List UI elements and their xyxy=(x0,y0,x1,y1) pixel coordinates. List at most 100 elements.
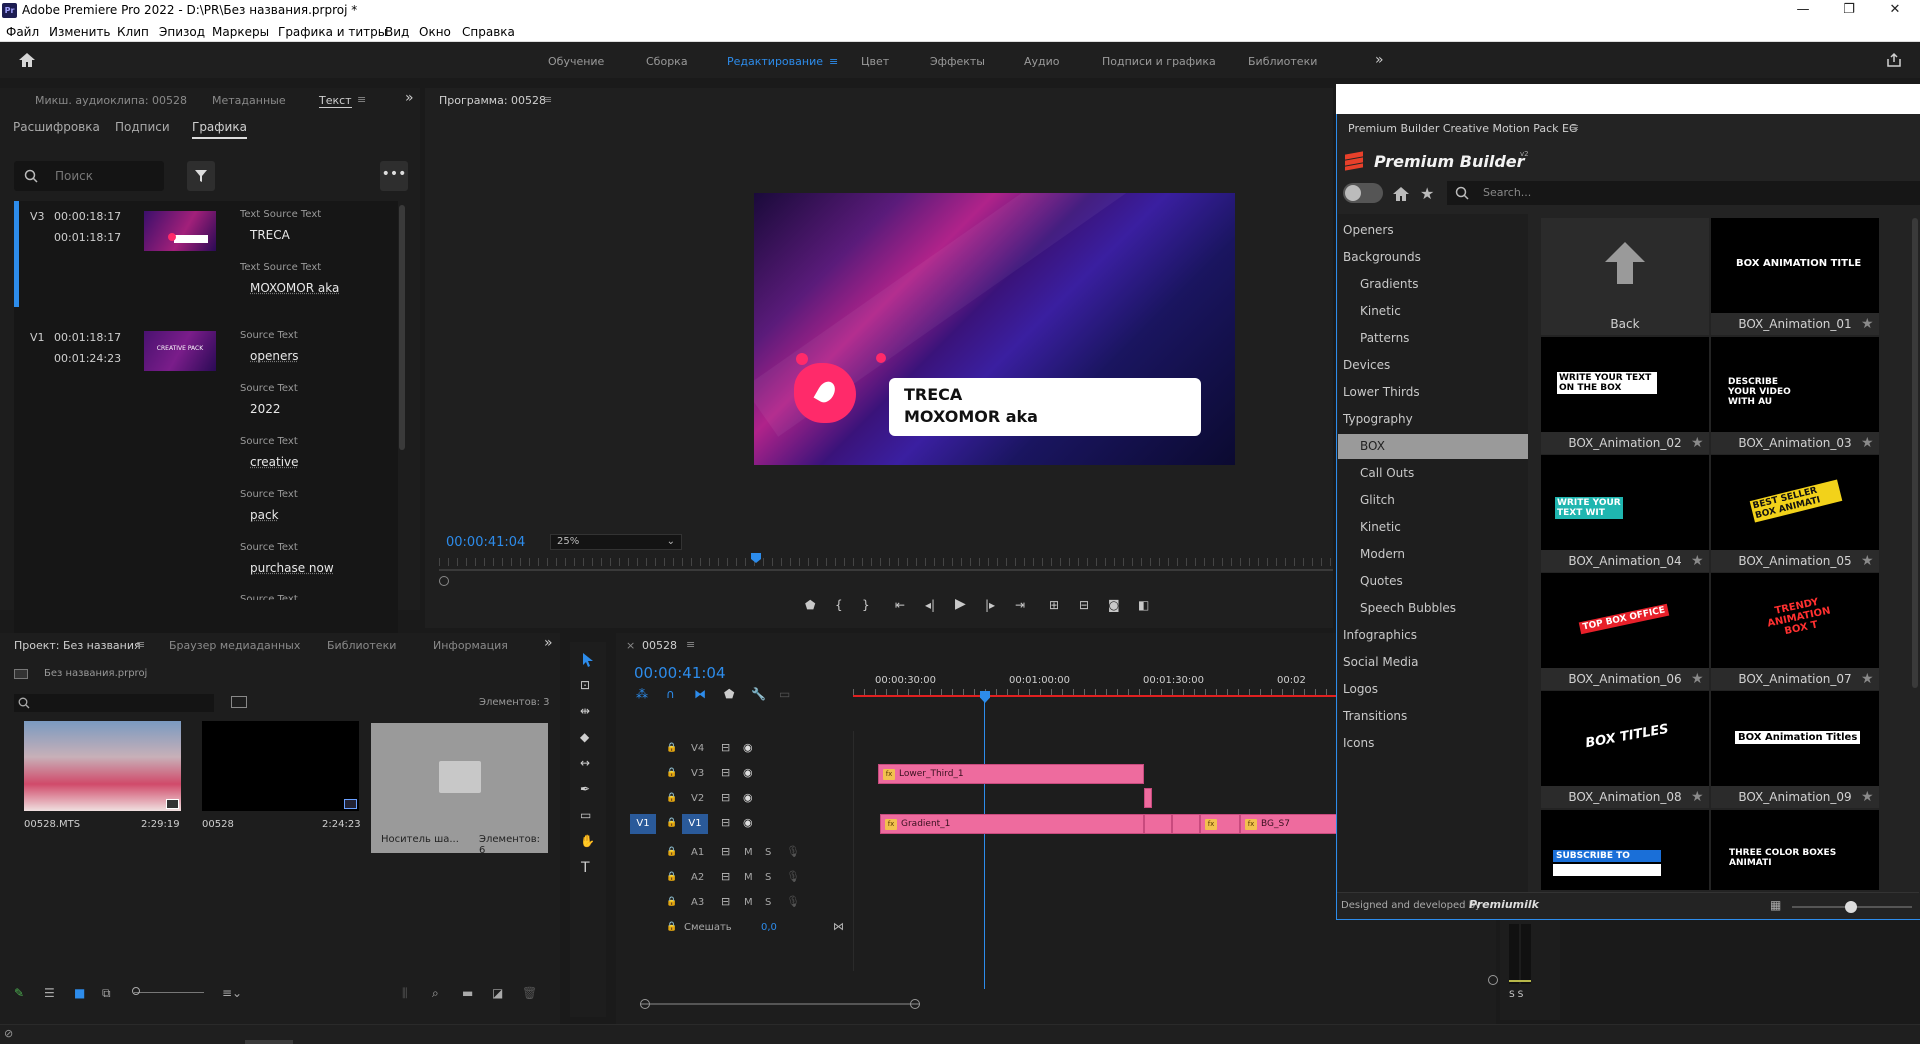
mic-icon[interactable]: 🎙 xyxy=(786,845,800,858)
minimize-button[interactable]: — xyxy=(1780,0,1826,22)
pb-tile[interactable]: BOX TITLES xyxy=(1541,691,1709,786)
field-value-treca[interactable]: TRECA xyxy=(250,228,290,242)
project-menu-icon[interactable]: ≡ xyxy=(136,638,145,651)
tab-metadata[interactable]: Метаданные xyxy=(212,94,286,107)
pb-cat-gradients[interactable]: Gradients xyxy=(1360,277,1418,291)
track-v4[interactable]: V4 xyxy=(691,743,704,754)
lock-icon[interactable]: 🔒 xyxy=(666,872,677,882)
type-tool-icon[interactable]: T xyxy=(581,860,590,876)
subtab-graphics[interactable]: Графика xyxy=(192,120,247,139)
extract-icon[interactable]: ⊟ xyxy=(1079,598,1089,612)
selection-tool-icon[interactable] xyxy=(581,652,595,668)
favorite-star-icon[interactable]: ★ xyxy=(1861,553,1874,569)
pb-cat-devices[interactable]: Devices xyxy=(1343,358,1390,372)
pencil-icon[interactable]: ✎ xyxy=(14,986,24,1000)
eye-icon[interactable]: ◉ xyxy=(743,766,753,779)
tile-size-slider-handle[interactable] xyxy=(1845,901,1857,913)
sync-lock-icon[interactable]: ⊟ xyxy=(721,741,730,754)
sync-lock-icon[interactable]: ⊟ xyxy=(721,895,730,908)
scrollbar[interactable] xyxy=(399,205,405,450)
ws-captions[interactable]: Подписи и графика xyxy=(1102,55,1216,68)
mark-in-icon[interactable]: { xyxy=(835,598,843,612)
lock-icon[interactable]: 🔒 xyxy=(666,922,677,932)
pb-cat-openers[interactable]: Openers xyxy=(1343,223,1394,237)
field-value-moxomor[interactable]: MOXOMOR aka xyxy=(250,281,339,295)
lock-icon[interactable]: 🔒 xyxy=(666,793,677,803)
pb-cat-call-outs[interactable]: Call Outs xyxy=(1360,466,1414,480)
search-field[interactable]: Поиск xyxy=(14,161,164,191)
pb-cat-glitch[interactable]: Glitch xyxy=(1360,493,1395,507)
pb-tile[interactable]: BOX ANIMATION TITLE xyxy=(1711,218,1879,313)
field-value[interactable]: pack xyxy=(250,508,279,522)
close-button[interactable]: ✕ xyxy=(1872,0,1918,22)
razor-tool-icon[interactable]: ◆ xyxy=(580,730,589,744)
favorite-star-icon[interactable]: ★ xyxy=(1861,789,1874,805)
ws-editing-menu-icon[interactable]: ≡ xyxy=(829,55,838,68)
lock-icon[interactable]: 🔒 xyxy=(666,847,677,857)
play-icon[interactable]: ▶ xyxy=(955,596,966,612)
track-a2[interactable]: A2 xyxy=(691,872,704,883)
pb-cat-speech-bubbles[interactable]: Speech Bubbles xyxy=(1360,601,1456,615)
track-v1[interactable]: V1 xyxy=(682,814,708,834)
menu-graphics[interactable]: Графика и титры xyxy=(278,25,387,39)
program-ruler[interactable] xyxy=(439,558,1333,566)
project-item[interactable]: 00528 2:24:23 xyxy=(190,721,363,871)
more-tabs-icon[interactable]: » xyxy=(405,90,414,106)
timeline-playhead[interactable] xyxy=(980,691,990,703)
mute-button[interactable]: M xyxy=(744,847,753,858)
pb-search-input[interactable]: Search... xyxy=(1447,181,1920,205)
field-value[interactable]: 2022 xyxy=(250,402,281,416)
source-patch-v1[interactable]: V1 xyxy=(630,814,656,834)
eye-icon[interactable]: ◉ xyxy=(743,741,753,754)
trash-icon[interactable]: 🗑 xyxy=(522,986,537,1000)
subtab-captions[interactable]: Подписи xyxy=(115,120,170,134)
pb-tile[interactable]: BEST SELLER BOX ANIMATI xyxy=(1711,455,1879,550)
linked-selection-icon[interactable]: ⧓ xyxy=(694,687,706,701)
home-icon[interactable] xyxy=(18,52,36,68)
pb-tile[interactable]: TOP BOX OFFICE xyxy=(1541,573,1709,668)
menu-edit[interactable]: Изменить xyxy=(49,25,111,39)
rectangle-tool-icon[interactable]: ▭ xyxy=(580,808,591,822)
project-item[interactable]: 00528.MTS 2:29:19 xyxy=(14,721,187,871)
pb-tile[interactable]: WRITE YOUR TEXT ON THE BOX xyxy=(1541,337,1709,432)
pb-panel-tab[interactable]: Premium Builder Creative Motion Pack EG xyxy=(1348,122,1578,135)
more-options-button[interactable]: ••• xyxy=(380,161,408,191)
pb-cat-quotes[interactable]: Quotes xyxy=(1360,574,1403,588)
pb-home-icon[interactable] xyxy=(1392,186,1410,202)
new-bin-search-icon[interactable] xyxy=(231,696,247,708)
pb-tile[interactable]: BOX Animation Titles xyxy=(1711,691,1879,786)
pb-cat-transitions[interactable]: Transitions xyxy=(1343,709,1407,723)
mix-bowtie-icon[interactable]: ⋈ xyxy=(833,920,844,933)
track-select-tool-icon[interactable]: ⊡ xyxy=(580,678,590,692)
wrench-icon[interactable]: 🔧 xyxy=(751,687,766,701)
sync-lock-icon[interactable]: ⊟ xyxy=(721,791,730,804)
pb-tile[interactable]: THREE COLOR BOXES ANIMATI xyxy=(1711,810,1879,890)
bin-item[interactable]: Носитель ша... Элементов: 6 xyxy=(371,723,548,856)
tab-project[interactable]: Проект: Без названия xyxy=(14,639,141,652)
pb-cat-patterns[interactable]: Patterns xyxy=(1360,331,1409,345)
maximize-button[interactable]: ❐ xyxy=(1826,0,1872,22)
ripple-edit-tool-icon[interactable]: ⇹ xyxy=(580,704,590,718)
clip-gradient[interactable]: fx Gradient_1 xyxy=(880,814,1144,834)
captions-icon[interactable]: ▭ xyxy=(779,687,790,701)
field-value[interactable]: openers xyxy=(250,349,299,363)
more-workspaces-icon[interactable]: » xyxy=(1375,52,1384,68)
pb-cat-infographics[interactable]: Infographics xyxy=(1343,628,1417,642)
pb-cat-backgrounds[interactable]: Backgrounds xyxy=(1343,250,1421,264)
new-item-icon[interactable]: ◪ xyxy=(492,986,503,1000)
compare-view-icon[interactable]: ◧ xyxy=(1138,598,1149,612)
program-scrollbar[interactable] xyxy=(439,569,1333,571)
tab-media-browser[interactable]: Браузер медиаданных xyxy=(169,639,300,652)
lock-icon[interactable]: 🔒 xyxy=(666,768,677,778)
go-to-in-icon[interactable]: ⇤ xyxy=(895,598,905,612)
solo-button[interactable]: S xyxy=(765,872,771,883)
solo-button[interactable]: S xyxy=(765,897,771,908)
pb-tile-back[interactable] xyxy=(1541,218,1709,313)
timeline-timecode[interactable]: 00:00:41:04 xyxy=(634,664,726,682)
menu-sequence[interactable]: Эпизод xyxy=(159,25,205,39)
step-back-icon[interactable]: ◂| xyxy=(925,598,935,612)
filter-button[interactable] xyxy=(187,161,215,191)
pb-menu-icon[interactable]: ≡ xyxy=(1570,121,1579,134)
pen-tool-icon[interactable]: ✒ xyxy=(580,782,590,796)
track-v3[interactable]: V3 xyxy=(691,768,704,779)
